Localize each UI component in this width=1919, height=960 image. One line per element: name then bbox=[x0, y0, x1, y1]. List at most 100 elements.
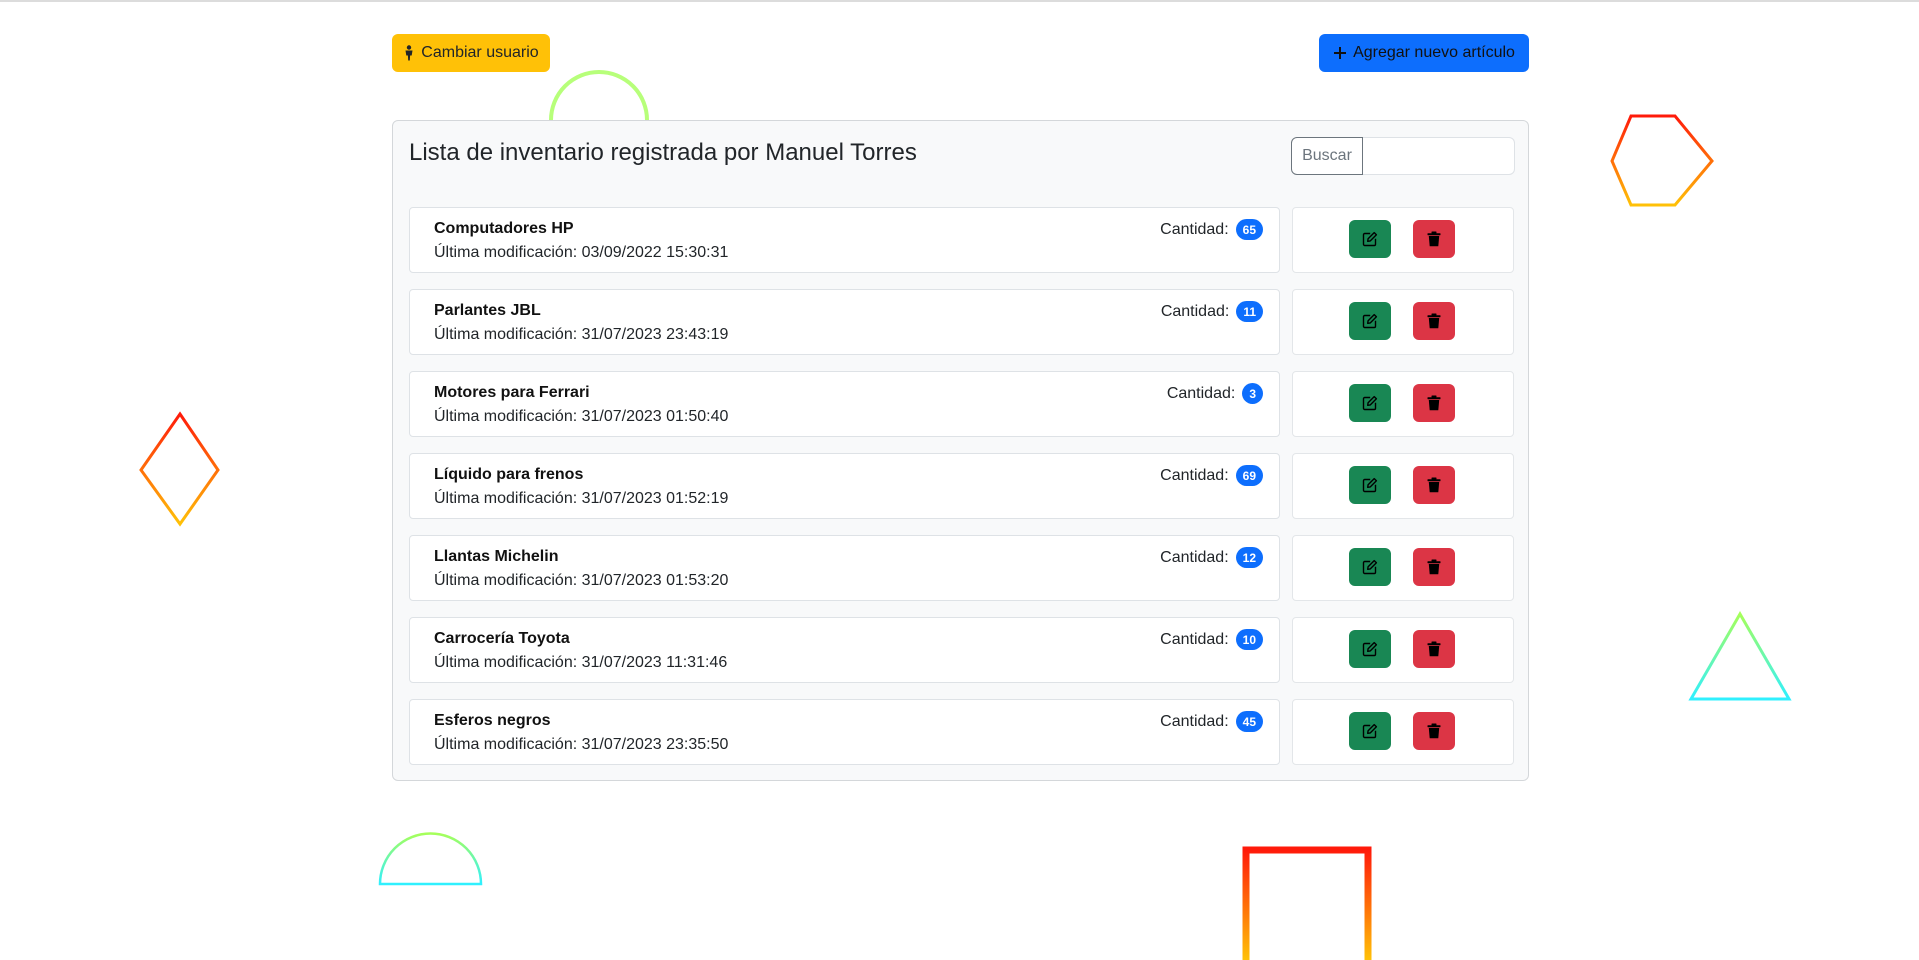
add-item-label: Agregar nuevo artículo bbox=[1353, 44, 1515, 61]
green-arc-shape bbox=[549, 70, 649, 121]
delete-button[interactable] bbox=[1413, 384, 1455, 422]
quantity-label: Cantidad: bbox=[1160, 712, 1229, 730]
rectangle-shape bbox=[1242, 846, 1372, 960]
quantity-label: Cantidad: bbox=[1160, 302, 1230, 320]
item-modified: Última modificación: 03/09/2022 15:30:31 bbox=[434, 244, 729, 261]
pencil-square-icon bbox=[1362, 477, 1378, 493]
item-card: Esferos negros Última modificación: 31/0… bbox=[409, 699, 1280, 765]
delete-button[interactable] bbox=[1413, 466, 1455, 504]
delete-button[interactable] bbox=[1413, 548, 1455, 586]
quantity: Cantidad: 3 bbox=[1167, 383, 1263, 404]
edit-button[interactable] bbox=[1349, 548, 1391, 586]
search-label: Buscar bbox=[1291, 137, 1363, 175]
item-name: Parlantes JBL bbox=[434, 302, 541, 319]
trash-icon bbox=[1427, 395, 1441, 411]
search-group: Buscar bbox=[1291, 137, 1515, 175]
change-user-button[interactable]: Cambiar usuario bbox=[392, 34, 550, 72]
edit-button[interactable] bbox=[1349, 466, 1391, 504]
quantity: Cantidad: 12 bbox=[1160, 547, 1263, 568]
item-modified: Última modificación: 31/07/2023 01:50:40 bbox=[434, 408, 729, 425]
quantity-label: Cantidad: bbox=[1166, 384, 1236, 402]
quantity-badge: 45 bbox=[1235, 711, 1263, 732]
quantity-badge: 11 bbox=[1236, 301, 1263, 322]
half-circle-shape bbox=[378, 832, 483, 886]
quantity-badge: 65 bbox=[1235, 219, 1263, 240]
trash-icon bbox=[1427, 723, 1441, 739]
delete-button[interactable] bbox=[1413, 712, 1455, 750]
diamond-shape bbox=[139, 411, 220, 527]
quantity: Cantidad: 10 bbox=[1160, 629, 1263, 650]
quantity: Cantidad: 11 bbox=[1161, 301, 1263, 322]
item-actions bbox=[1292, 535, 1514, 601]
edit-button[interactable] bbox=[1349, 630, 1391, 668]
quantity-badge: 3 bbox=[1242, 383, 1263, 404]
item-modified: Última modificación: 31/07/2023 23:35:50 bbox=[434, 736, 729, 753]
quantity-badge: 12 bbox=[1235, 547, 1263, 568]
trash-icon bbox=[1427, 477, 1441, 493]
inventory-row: Computadores HP Última modificación: 03/… bbox=[409, 207, 1514, 273]
delete-button[interactable] bbox=[1413, 220, 1455, 258]
trash-icon bbox=[1427, 231, 1441, 247]
item-modified: Última modificación: 31/07/2023 23:43:19 bbox=[434, 326, 729, 343]
item-actions bbox=[1292, 289, 1514, 355]
inventory-row: Parlantes JBL Última modificación: 31/07… bbox=[409, 289, 1514, 355]
trash-icon bbox=[1427, 313, 1441, 329]
pencil-square-icon bbox=[1362, 559, 1378, 575]
quantity-label: Cantidad: bbox=[1160, 466, 1229, 484]
item-card: Parlantes JBL Última modificación: 31/07… bbox=[409, 289, 1280, 355]
item-actions bbox=[1292, 207, 1514, 273]
search-input[interactable] bbox=[1363, 137, 1515, 175]
trash-icon bbox=[1427, 641, 1441, 657]
item-name: Computadores HP bbox=[434, 220, 574, 237]
inventory-row: Motores para Ferrari Última modificación… bbox=[409, 371, 1514, 437]
inventory-panel: Lista de inventario registrada por Manue… bbox=[392, 120, 1529, 781]
edit-button[interactable] bbox=[1349, 384, 1391, 422]
add-item-button[interactable]: Agregar nuevo artículo bbox=[1319, 34, 1529, 72]
edit-button[interactable] bbox=[1349, 220, 1391, 258]
item-name: Carrocería Toyota bbox=[434, 630, 570, 647]
pencil-square-icon bbox=[1362, 641, 1378, 657]
inventory-row: Carrocería Toyota Última modificación: 3… bbox=[409, 617, 1514, 683]
pencil-square-icon bbox=[1362, 723, 1378, 739]
pencil-square-icon bbox=[1362, 395, 1378, 411]
item-actions bbox=[1292, 617, 1514, 683]
delete-button[interactable] bbox=[1413, 302, 1455, 340]
item-modified: Última modificación: 31/07/2023 11:31:46 bbox=[434, 654, 728, 671]
triangle-shape bbox=[1688, 610, 1792, 701]
person-standing-icon bbox=[405, 45, 413, 61]
quantity: Cantidad: 45 bbox=[1160, 711, 1263, 732]
edit-button[interactable] bbox=[1349, 302, 1391, 340]
quantity-label: Cantidad: bbox=[1160, 548, 1229, 566]
delete-button[interactable] bbox=[1413, 630, 1455, 668]
item-card: Computadores HP Última modificación: 03/… bbox=[409, 207, 1280, 273]
inventory-row: Llantas Michelin Última modificación: 31… bbox=[409, 535, 1514, 601]
item-modified: Última modificación: 31/07/2023 01:53:20 bbox=[434, 572, 729, 589]
item-actions bbox=[1292, 699, 1514, 765]
item-card: Líquido para frenos Última modificación:… bbox=[409, 453, 1280, 519]
item-actions bbox=[1292, 371, 1514, 437]
item-modified: Última modificación: 31/07/2023 01:52:19 bbox=[434, 490, 729, 507]
quantity-badge: 69 bbox=[1235, 465, 1263, 486]
quantity-badge: 10 bbox=[1235, 629, 1263, 650]
inventory-row: Líquido para frenos Última modificación:… bbox=[409, 453, 1514, 519]
item-name: Esferos negros bbox=[434, 712, 551, 729]
item-name: Motores para Ferrari bbox=[434, 384, 590, 401]
item-name: Llantas Michelin bbox=[434, 548, 559, 565]
pencil-square-icon bbox=[1362, 313, 1378, 329]
quantity-label: Cantidad: bbox=[1160, 630, 1229, 648]
item-card: Carrocería Toyota Última modificación: 3… bbox=[409, 617, 1280, 683]
quantity: Cantidad: 69 bbox=[1160, 465, 1263, 486]
edit-button[interactable] bbox=[1349, 712, 1391, 750]
change-user-label: Cambiar usuario bbox=[421, 44, 539, 61]
hexagon-shape bbox=[1610, 114, 1714, 207]
item-card: Llantas Michelin Última modificación: 31… bbox=[409, 535, 1280, 601]
top-border bbox=[0, 0, 1919, 2]
pencil-square-icon bbox=[1362, 231, 1378, 247]
trash-icon bbox=[1427, 559, 1441, 575]
page-title: Lista de inventario registrada por Manue… bbox=[409, 139, 917, 166]
quantity-label: Cantidad: bbox=[1160, 220, 1229, 238]
item-actions bbox=[1292, 453, 1514, 519]
item-name: Líquido para frenos bbox=[434, 466, 584, 483]
quantity: Cantidad: 65 bbox=[1160, 219, 1263, 240]
item-card: Motores para Ferrari Última modificación… bbox=[409, 371, 1280, 437]
